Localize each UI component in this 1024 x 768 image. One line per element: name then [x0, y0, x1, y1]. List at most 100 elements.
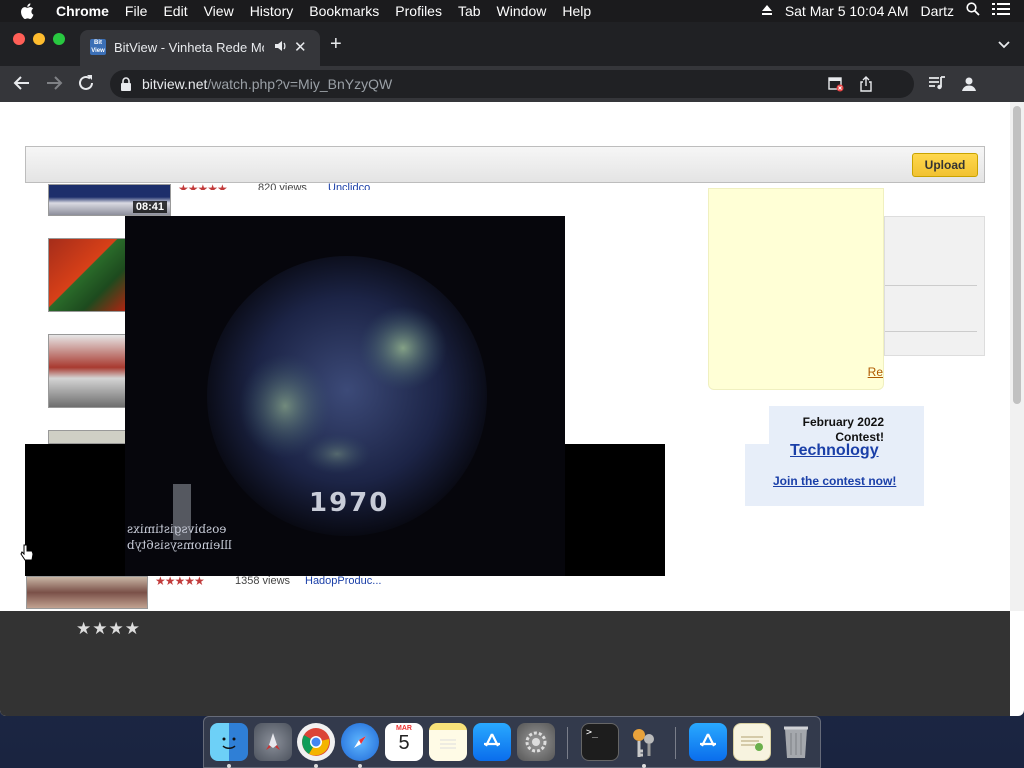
url-text[interactable]: bitview.net/watch.php?v=Miy_BnYzyQW [142, 76, 392, 92]
url-path: /watch.php?v=Miy_BnYzyQW [207, 76, 393, 92]
share-icon[interactable] [858, 76, 874, 97]
running-indicator [227, 764, 231, 768]
spotlight-search-icon[interactable] [960, 0, 986, 22]
divider [885, 331, 977, 332]
dock-separator [675, 727, 676, 759]
zoom-window-button[interactable] [53, 33, 65, 45]
calendar-icon[interactable]: MAR 5 [385, 723, 423, 761]
view-count: 820 views [258, 182, 307, 190]
reload-icon[interactable] [77, 74, 95, 97]
join-contest-link[interactable]: Join the contest now! [773, 474, 896, 488]
menu-edit[interactable]: Edit [155, 0, 195, 22]
video-duration: 08:41 [132, 201, 167, 213]
keychain-access-icon[interactable] [625, 723, 663, 761]
contest-banner: February 2022 Contest! Technology Join t… [745, 406, 924, 506]
google-chrome-icon[interactable] [297, 723, 335, 761]
page-scrollbar[interactable] [1010, 102, 1024, 611]
related-video-thumbnail[interactable] [48, 430, 128, 444]
browser-tab-active[interactable]: Bit View BitView - Vinheta Rede Mo ✕ [80, 30, 320, 66]
certificate-assistant-icon[interactable] [733, 723, 771, 761]
lock-icon[interactable] [120, 77, 132, 96]
running-indicator [314, 764, 318, 768]
menu-view[interactable]: View [196, 0, 242, 22]
address-bar[interactable]: bitview.net/watch.php?v=Miy_BnYzyQW [110, 70, 914, 98]
rating-stars: ★★★★★ [155, 574, 205, 588]
browser-toolbar: bitview.net/watch.php?v=Miy_BnYzyQW [0, 66, 1024, 102]
dock-separator [567, 727, 568, 759]
related-video-thumbnail[interactable] [48, 238, 128, 312]
menu-window[interactable]: Window [489, 0, 555, 22]
close-tab-icon[interactable]: ✕ [294, 38, 307, 56]
back-arrow-icon[interactable] [13, 74, 31, 97]
video-year-caption: 1970 [309, 488, 390, 518]
tab-strip: Bit View BitView - Vinheta Rede Mo ✕ + [0, 22, 1024, 66]
tab-search-chevron-icon[interactable] [998, 36, 1010, 54]
calendar-month: MAR [396, 725, 412, 732]
running-indicator [642, 764, 646, 768]
chrome-window: Bit View BitView - Vinheta Rede Mo ✕ + b… [0, 22, 1024, 716]
profile-avatar-icon[interactable] [960, 75, 978, 98]
dock: MAR 5 >_ [203, 716, 821, 768]
menu-profiles[interactable]: Profiles [387, 0, 450, 22]
video-overlay-text: eosbivsgistimixs [127, 522, 227, 536]
system-preferences-icon[interactable] [517, 723, 555, 761]
url-domain: bitview.net [142, 76, 208, 92]
uploader-link[interactable]: HadopProduc... [305, 575, 381, 587]
scrollbar-thumb[interactable] [1013, 106, 1021, 404]
desktop: Chrome File Edit View History Bookmarks … [0, 0, 1024, 768]
upload-button[interactable]: Upload [912, 153, 978, 177]
tab-title: BitView - Vinheta Rede Mo [114, 40, 264, 55]
menubar-user[interactable]: Dartz [915, 0, 960, 22]
video-player[interactable]: 1970 eosbivsgistimixs llleinomsysis6tyb [125, 216, 565, 576]
uploader-link[interactable]: Unclidco [328, 182, 370, 190]
contest-topic-link[interactable]: Technology [790, 442, 879, 460]
menu-file[interactable]: File [117, 0, 156, 22]
control-center-icon[interactable] [986, 0, 1016, 22]
running-indicator [358, 764, 362, 768]
menubar-clock[interactable]: Sat Mar 5 10:04 AM [779, 0, 915, 22]
banner-notch [745, 406, 769, 444]
webpage-content: Upload 08:41 ★★★★★ 820 views Unclidco ★★… [0, 102, 1010, 611]
safari-icon[interactable] [341, 723, 379, 761]
launchpad-icon[interactable] [254, 723, 292, 761]
app-store-icon[interactable] [689, 723, 727, 761]
calendar-day: 5 [398, 732, 410, 754]
menu-app-name[interactable]: Chrome [48, 0, 117, 22]
related-video-thumbnail[interactable] [48, 334, 128, 408]
sidebar-box [884, 216, 985, 356]
hand-pointer-cursor-icon [20, 544, 34, 567]
footer-stars: ★★★★ [76, 619, 141, 638]
apple-menu-icon[interactable] [20, 3, 36, 19]
menu-help[interactable]: Help [554, 0, 599, 22]
menu-bar: Chrome File Edit View History Bookmarks … [0, 0, 1024, 22]
tab-audio-speaker-icon[interactable] [274, 39, 288, 56]
trash-icon[interactable] [777, 723, 815, 761]
forward-arrow-icon[interactable] [45, 74, 63, 97]
minimize-window-button[interactable] [33, 33, 45, 45]
page-footer: ★★★★ [0, 611, 1010, 716]
related-video-thumbnail[interactable] [26, 576, 148, 609]
media-controls-icon[interactable] [928, 75, 946, 96]
bitview-favicon: Bit View [90, 39, 106, 55]
rating-stars: ★★★★★ [178, 182, 227, 190]
close-window-button[interactable] [13, 33, 25, 45]
menu-bookmarks[interactable]: Bookmarks [301, 0, 387, 22]
terminal-icon[interactable]: >_ [581, 723, 619, 761]
eject-icon[interactable] [755, 0, 779, 22]
app-store-icon[interactable] [473, 723, 511, 761]
ad-link[interactable]: Re [868, 365, 883, 379]
related-video-thumbnail[interactable]: 08:41 [48, 184, 171, 216]
view-count: 1358 views [235, 575, 291, 587]
finder-icon[interactable] [210, 723, 248, 761]
popup-blocked-icon[interactable] [828, 76, 844, 97]
menu-history[interactable]: History [242, 0, 302, 22]
menu-tab[interactable]: Tab [450, 0, 489, 22]
advertisement-panel: Re [708, 188, 884, 390]
video-overlay-text: llleinomsysis6tyb [127, 538, 232, 552]
notes-icon[interactable] [429, 723, 467, 761]
new-tab-button[interactable]: + [330, 34, 342, 54]
site-header-bar: Upload [25, 146, 985, 183]
terminal-prompt-glyph: >_ [586, 727, 599, 738]
divider [885, 285, 977, 286]
contest-month: February 2022 [802, 415, 884, 429]
